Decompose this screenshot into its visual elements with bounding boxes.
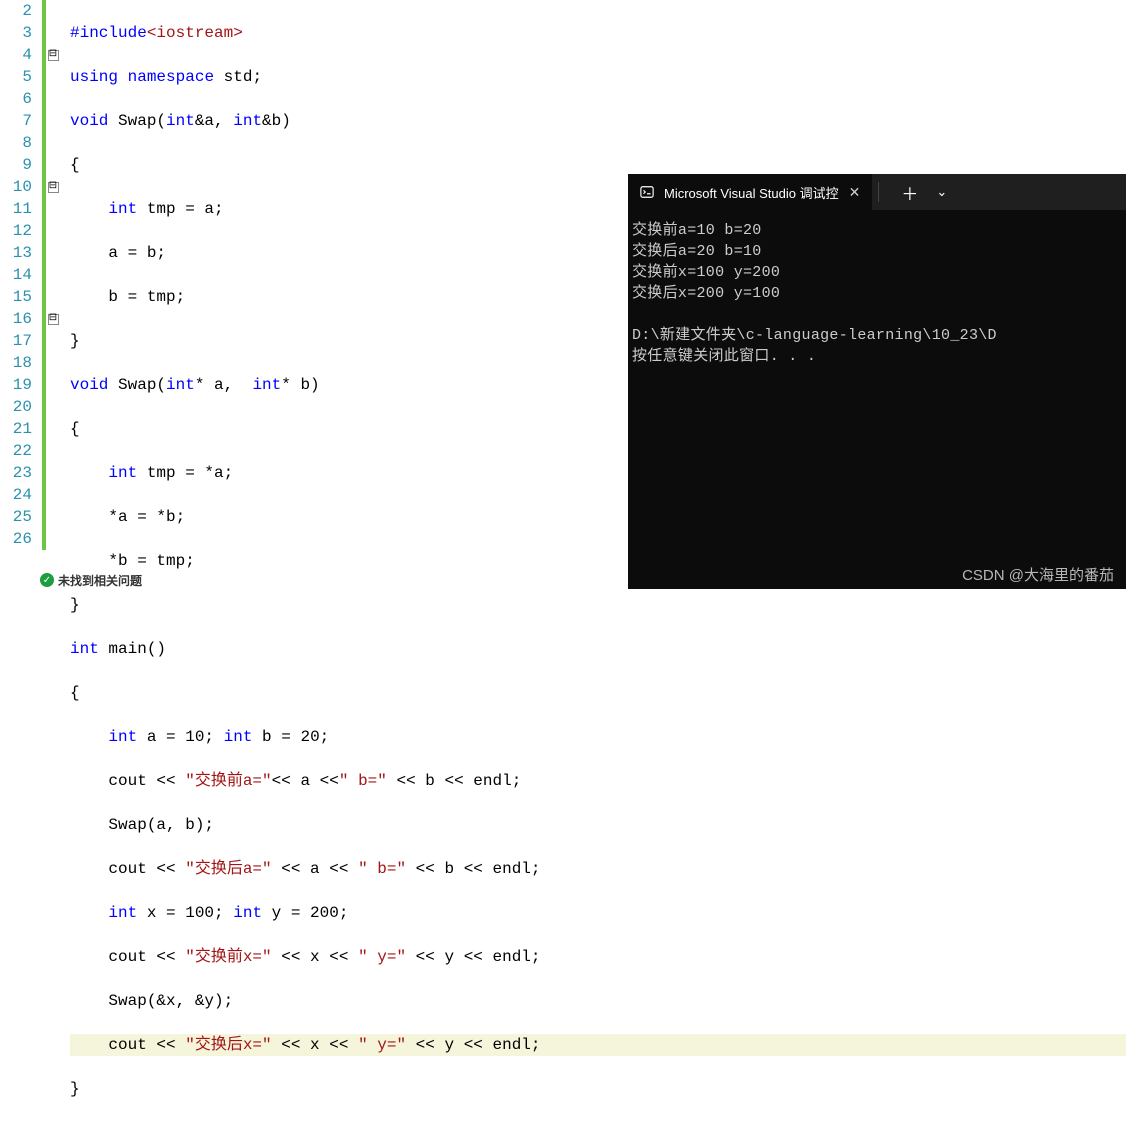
line-number-gutter: 2 3 4 5 6 7 8 9 10 11 12 13 14 15 16 17 … <box>0 0 42 575</box>
new-tab-button[interactable]: ＋ <box>901 180 918 205</box>
line-number[interactable]: 14 <box>0 264 32 286</box>
line-number[interactable]: 25 <box>0 506 32 528</box>
terminal-tab[interactable]: Microsoft Visual Studio 调试控 ✕ <box>628 174 872 210</box>
line-number[interactable]: 19 <box>0 374 32 396</box>
line-number[interactable]: 16 <box>0 308 32 330</box>
check-icon: ✓ <box>40 573 54 587</box>
status-text: 未找到相关问题 <box>58 572 142 589</box>
line-number[interactable]: 6 <box>0 88 32 110</box>
terminal-title: Microsoft Visual Studio 调试控 <box>664 183 839 202</box>
terminal-icon <box>640 185 654 199</box>
line-number[interactable]: 10 <box>0 176 32 198</box>
line-number[interactable]: 22 <box>0 440 32 462</box>
line-number[interactable]: 5 <box>0 66 32 88</box>
line-number[interactable]: 13 <box>0 242 32 264</box>
line-number[interactable]: 20 <box>0 396 32 418</box>
fold-toggle-icon[interactable]: ⊟ <box>48 182 59 193</box>
line-number[interactable]: 3 <box>0 22 32 44</box>
line-number[interactable]: 18 <box>0 352 32 374</box>
line-number[interactable]: 23 <box>0 462 32 484</box>
terminal-window: Microsoft Visual Studio 调试控 ✕ ＋ ⌄ 交换前a=1… <box>628 174 1126 589</box>
line-number[interactable]: 21 <box>0 418 32 440</box>
fold-toggle-icon[interactable]: ⊟ <box>48 314 59 325</box>
line-number[interactable]: 9 <box>0 154 32 176</box>
fold-toggle-icon[interactable]: ⊟ <box>48 50 59 61</box>
tab-dropdown-icon[interactable]: ⌄ <box>936 184 947 200</box>
line-number[interactable]: 4 <box>0 44 32 66</box>
line-number[interactable]: 8 <box>0 132 32 154</box>
fold-margin: ⊟ ⊟ ⊟ <box>46 0 64 575</box>
line-number[interactable]: 11 <box>0 198 32 220</box>
watermark: CSDN @大海里的番茄 <box>962 564 1114 585</box>
line-number[interactable]: 24 <box>0 484 32 506</box>
line-number[interactable]: 15 <box>0 286 32 308</box>
close-tab-icon[interactable]: ✕ <box>849 184 861 201</box>
status-bar[interactable]: ✓ 未找到相关问题 <box>40 571 142 589</box>
line-number[interactable]: 17 <box>0 330 32 352</box>
line-number[interactable]: 26 <box>0 528 32 550</box>
line-number[interactable]: 12 <box>0 220 32 242</box>
line-number[interactable]: 2 <box>0 0 32 22</box>
terminal-output[interactable]: 交换前a=10 b=20 交换后a=20 b=10 交换前x=100 y=200… <box>628 210 1126 377</box>
terminal-titlebar[interactable]: Microsoft Visual Studio 调试控 ✕ ＋ ⌄ <box>628 174 1126 210</box>
line-number[interactable]: 7 <box>0 110 32 132</box>
